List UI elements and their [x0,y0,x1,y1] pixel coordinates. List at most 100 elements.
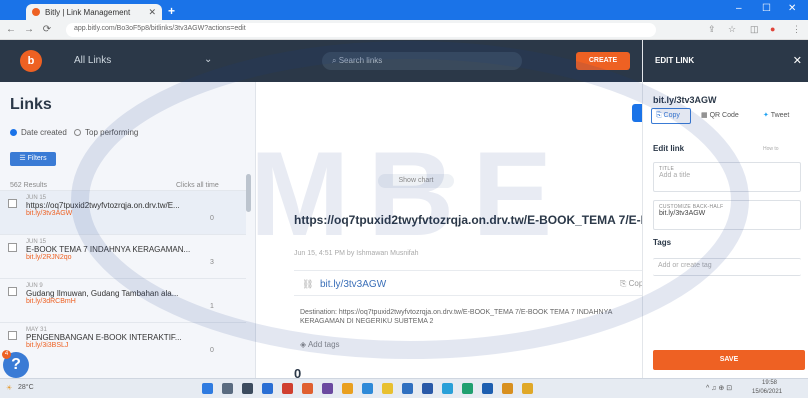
tray-icons[interactable]: ^ ♫ ⊕ ⊡ [706,384,732,392]
filters-button[interactable]: ☰ Filters [10,152,56,166]
menu-icon[interactable]: ⋮ [792,24,801,35]
app-icon[interactable] [442,383,453,394]
drawer-title: EDIT LINK [655,56,695,65]
edit-tab-handle[interactable] [632,104,642,122]
app-icon[interactable] [322,383,333,394]
radio-top-performing[interactable]: Top performing [74,128,138,137]
url-input[interactable]: app.bitly.com/Bo3oF5p8/bitlinks/3tv3AGW?… [66,23,656,37]
copy-icon: ⎘ [656,112,664,119]
create-button[interactable]: CREATE [576,52,630,70]
weather-temp: 28°C [18,384,34,391]
links-list-panel: Links Date created Top performing ☰ Filt… [0,82,256,378]
scrollbar[interactable] [246,174,251,212]
item-link: bit.ly/3i3BSLJ [26,342,69,349]
radio-date-created[interactable]: Date created [10,128,67,137]
minimize-icon[interactable]: – [736,3,742,14]
list-item[interactable]: JUN 9 Gudang Ilmuwan, Gudang Tambahan al… [0,278,246,322]
tags-input[interactable]: Add or create tag [653,258,801,276]
profile-icon[interactable]: ● [770,24,775,34]
checkbox[interactable] [8,287,17,296]
tweet-button[interactable]: ✦ Tweet [763,111,789,119]
qr-icon: ▦ [701,112,710,119]
windows-start-icon[interactable] [202,383,213,394]
chrome-icon[interactable] [502,383,513,394]
radio-label: Top performing [85,128,139,137]
filters-label: Filters [27,155,47,162]
short-link[interactable]: bit.ly/3tv3AGW [320,279,386,290]
app-icon[interactable] [482,383,493,394]
folder-icon[interactable] [382,383,393,394]
checkbox[interactable] [8,331,17,340]
list-item[interactable]: MAY 31 PENGENBANGAN E-BOOK INTERAKTIF...… [0,322,246,378]
link-meta: Jun 15, 4:51 PM by Ishmawan Musnifah [294,250,419,257]
reload-icon[interactable]: ⟳ [40,24,54,35]
copy-button[interactable]: ⎘ Copy [651,108,691,124]
link-title: https://oq7tpuxid2twyfvtozrqja.on.drv.tw… [294,213,642,227]
back-icon[interactable]: ← [4,24,18,35]
bitly-logo-icon[interactable]: b [20,50,42,72]
chrome-icon[interactable] [342,383,353,394]
back-half-value: bit.ly/3tv3AGW [659,210,706,217]
back-half-field[interactable]: CUSTOMIZE BACK-HALF bit.ly/3tv3AGW [653,200,801,230]
item-link: bit.ly/2RJN2qo [26,254,72,261]
new-tab-icon[interactable]: + [168,4,175,18]
add-tags-label: Add tags [307,340,340,349]
forward-icon[interactable]: → [22,24,36,35]
app-icon[interactable] [422,383,433,394]
app-icon[interactable] [462,383,473,394]
save-button[interactable]: SAVE [653,350,805,370]
app-icon[interactable] [402,383,413,394]
close-tab-icon[interactable]: ✕ [148,7,156,18]
add-tags-link[interactable]: ◈ Add tags [300,340,340,349]
tab-title: Bitly | Link Management [45,7,131,17]
clock-time: 19:58 [762,380,778,386]
radio-label: Date created [21,128,67,137]
link-detail-panel: Show chart https://oq7tpuxid2twyfvtozrqj… [256,82,647,381]
bitly-favicon-icon [32,8,40,16]
extensions-icon[interactable]: ◫ [750,24,759,35]
link-icon: ⛓ [302,279,314,289]
tags-heading: Tags [653,238,672,247]
share-icon[interactable]: ⇪ [708,24,716,35]
chrome-icon[interactable] [522,383,533,394]
list-item[interactable]: JUN 15 https://oq7tpuxid2twyfvtozrqja.on… [0,190,246,234]
edit-short-link: bit.ly/3tv3AGW [653,95,717,105]
copy-icon: ⎘ [620,279,629,288]
search-icon[interactable] [222,383,233,394]
copy-label: Copy [663,112,680,119]
clock-date: 15/06/2021 [752,389,783,395]
app-icon[interactable] [302,383,313,394]
checkbox[interactable] [8,199,17,208]
destination-url[interactable]: Destination: https://oq7tpuxid2twyfvtozr… [300,308,640,326]
page-title: Links [10,96,52,113]
app-icon[interactable] [282,383,293,394]
tweet-label: Tweet [770,112,790,119]
maximize-icon[interactable]: ☐ [762,3,771,14]
close-drawer-icon[interactable]: ✕ [793,54,802,67]
chevron-down-icon[interactable]: ⌄ [204,54,212,65]
star-icon[interactable]: ☆ [728,24,736,35]
how-to-link[interactable]: How to [763,146,779,152]
title-field[interactable]: TITLE Add a title [653,162,801,192]
twitter-icon: ✦ [763,112,771,119]
edge-icon[interactable] [262,383,273,394]
search-placeholder: Search links [338,56,383,65]
workspace-label[interactable]: All Links [74,55,111,66]
item-clicks: 1 [210,303,214,310]
browser-tab-bar: Bitly | Link Management ✕ + – ☐ ✕ [0,0,808,20]
radio-unselected-icon [74,129,81,136]
qr-code-button[interactable]: ▦ QR Code [701,111,739,119]
edit-link-heading: Edit link [653,144,685,153]
address-bar: ← → ⟳ app.bitly.com/Bo3oF5p8/bitlinks/3t… [0,20,808,40]
item-link: bit.ly/3dRCBmH [26,298,76,305]
checkbox[interactable] [8,243,17,252]
close-window-icon[interactable]: ✕ [788,3,796,14]
list-item[interactable]: JUN 15 E-BOOK TEMA 7 INDAHNYA KERAGAMAN.… [0,234,246,278]
task-view-icon[interactable] [242,383,253,394]
edit-link-drawer: EDIT LINK ✕ bit.ly/3tv3AGW ⎘ Copy ▦ QR C… [642,40,808,378]
item-link: bit.ly/3tv3AGW [26,210,73,217]
search-input[interactable]: ⌕ Search links [322,52,522,70]
app-icon[interactable] [362,383,373,394]
show-chart-button[interactable]: Show chart [378,174,454,188]
browser-tab[interactable]: Bitly | Link Management ✕ [26,4,162,20]
